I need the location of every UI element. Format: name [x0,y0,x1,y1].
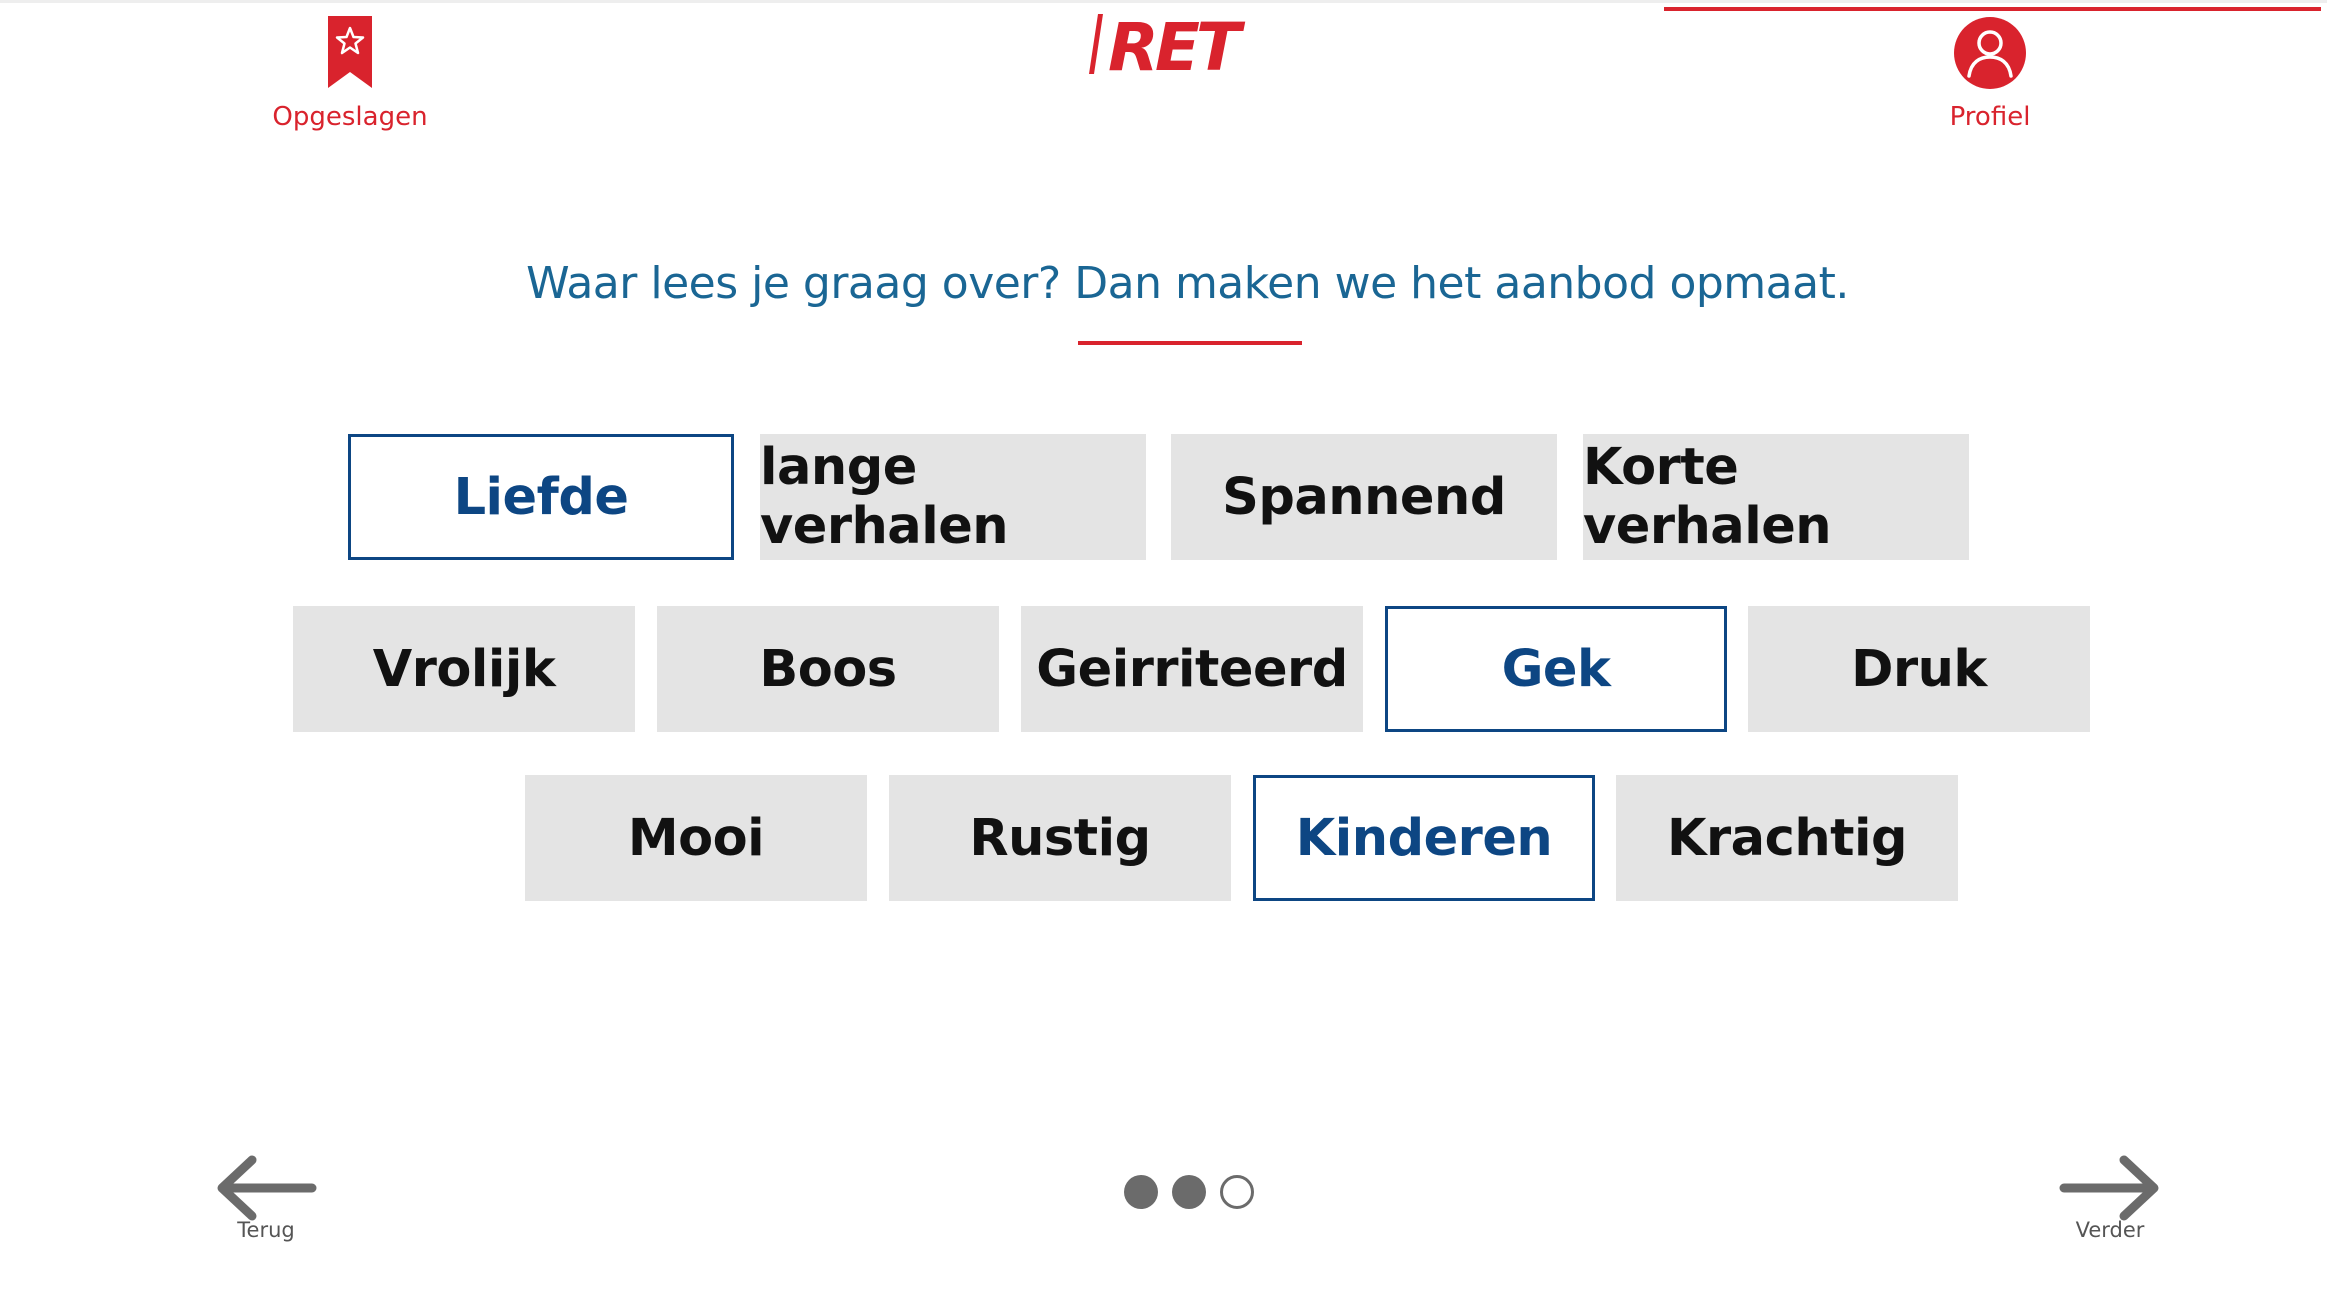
topic-label: Mooi [627,808,765,868]
bookmark-star-icon [328,16,372,88]
topic-chip-krachtig[interactable]: Krachtig [1616,775,1958,901]
onboarding-screen: Opgeslagen RET Profiel Waar lees je graa… [0,0,2327,1295]
back-label: Terug [237,1218,295,1242]
topic-chip-liefde[interactable]: Liefde [348,434,734,560]
page-question: Waar lees je graag over? Dan maken we he… [526,258,1849,309]
progress-indicator [1124,1175,1254,1209]
topic-label: Kinderen [1295,808,1553,868]
profile-label: Profiel [1949,102,2031,132]
topic-label: Vrolijk [372,639,556,699]
topic-chip-korte-verhalen[interactable]: Korte verhalen [1583,434,1969,560]
progress-dot-2 [1172,1175,1206,1209]
topic-chip-boos[interactable]: Boos [657,606,999,732]
topic-label: Boos [759,639,897,699]
user-avatar-icon [1954,17,2026,89]
question-underline [1078,341,1302,345]
topic-chip-gek[interactable]: Gek [1385,606,1727,732]
topic-label: Spannend [1222,467,1506,527]
top-border [0,0,2327,3]
topic-chip-lange-verhalen[interactable]: lange verhalen [760,434,1146,560]
topic-label: Rustig [969,808,1151,868]
topic-chip-vrolijk[interactable]: Vrolijk [293,606,635,732]
arrow-right-icon [2059,1155,2159,1221]
topic-label: lange verhalen [760,438,1009,556]
saved-label: Opgeslagen [272,102,428,132]
topic-label: Krachtig [1667,808,1908,868]
topic-chip-spannend[interactable]: Spannend [1171,434,1557,560]
svg-text:RET: RET [1108,14,1246,78]
topic-chip-kinderen[interactable]: Kinderen [1253,775,1595,901]
arrow-left-icon [217,1155,317,1221]
topic-chip-druk[interactable]: Druk [1748,606,2090,732]
profile-button[interactable]: Profiel [1920,16,2060,132]
topic-chip-geirriteerd[interactable]: Geirriteerd [1021,606,1363,732]
topic-chip-mooi[interactable]: Mooi [525,775,867,901]
back-button[interactable]: Terug [206,1152,326,1242]
topic-label: Liefde [453,467,629,527]
next-button[interactable]: Verder [2050,1152,2170,1242]
topic-label: Druk [1851,639,1987,699]
progress-dot-3 [1220,1175,1254,1209]
topic-label: Gek [1501,639,1611,699]
saved-button[interactable]: Opgeslagen [270,16,430,132]
header-accent-line [1664,7,2321,11]
ret-logo: RET [1089,14,1250,78]
topic-chip-rustig[interactable]: Rustig [889,775,1231,901]
next-label: Verder [2075,1218,2145,1242]
progress-dot-1 [1124,1175,1158,1209]
topic-label: Korte verhalen [1583,438,1832,556]
topic-label: Geirriteerd [1036,639,1348,699]
